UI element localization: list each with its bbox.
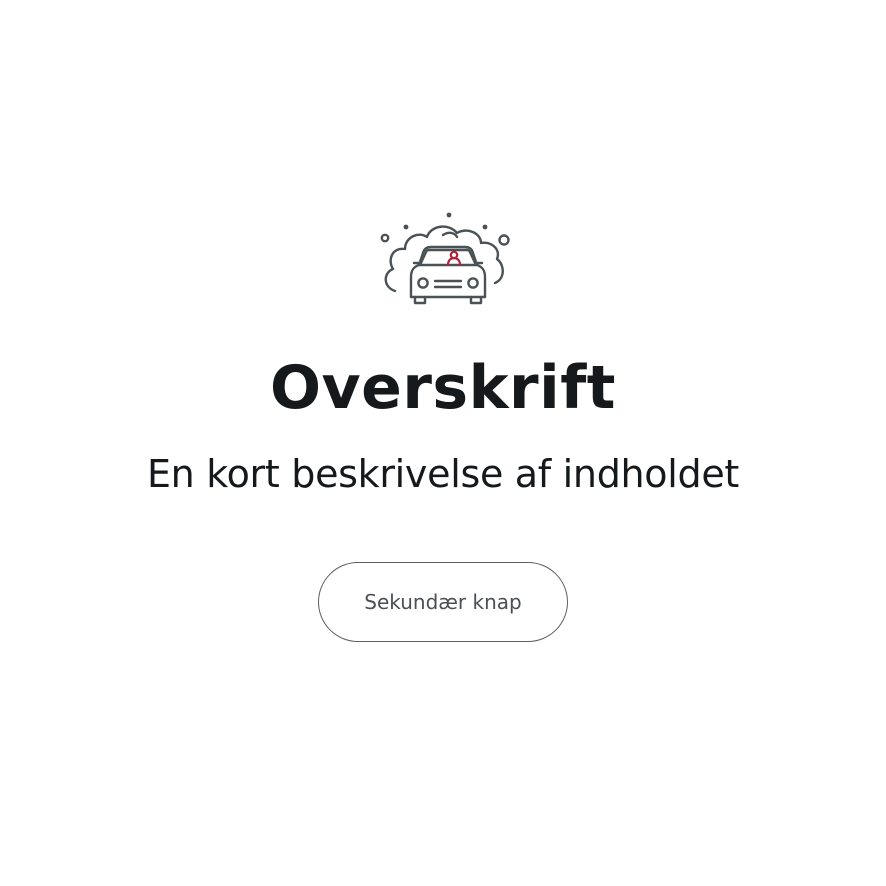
car-wash-icon	[373, 205, 513, 309]
secondary-button[interactable]: Sekundær knap	[318, 562, 568, 642]
page-title: Overskrift	[270, 353, 616, 423]
empty-state-container: Overskrift En kort beskrivelse af indhol…	[0, 0, 886, 886]
description-text: En kort beskrivelse af indholdet	[146, 452, 740, 496]
